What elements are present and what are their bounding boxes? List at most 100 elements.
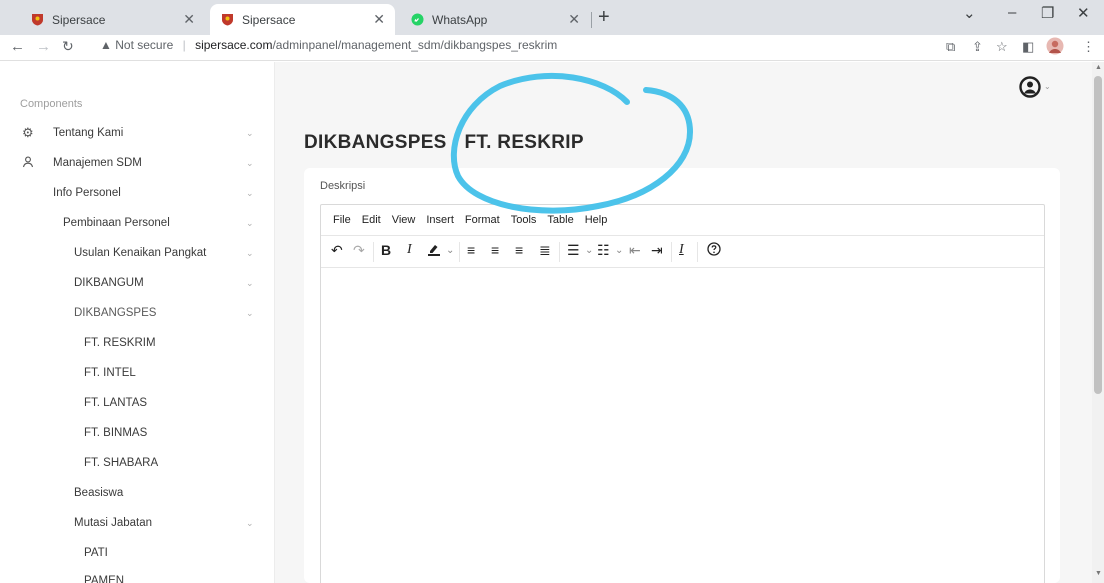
- sidebar-item-ft-reskrim[interactable]: FT. RESKRIM: [0, 328, 275, 358]
- forward-icon[interactable]: →: [36, 38, 51, 55]
- bookmark-star-icon[interactable]: ☆: [996, 39, 1008, 55]
- chevron-down-icon: ⌄: [246, 217, 254, 228]
- tab-separator: [591, 12, 592, 28]
- outdent-icon[interactable]: ⇤: [629, 242, 641, 259]
- tab-close-icon[interactable]: ✕: [568, 11, 580, 28]
- sidebar-item-ft-intel[interactable]: FT. INTEL: [0, 358, 275, 388]
- main-content: ⌄ DIKBANGSPES - FT. RESKRIP Deskripsi Fi…: [276, 62, 1092, 583]
- chevron-down-icon[interactable]: ⌄: [446, 245, 454, 256]
- security-label[interactable]: Not secure: [115, 38, 173, 52]
- menu-format[interactable]: Format: [465, 214, 500, 226]
- editor-content-area[interactable]: [321, 268, 1044, 583]
- sidebar-item-tentang-kami[interactable]: ⚙ Tentang Kami ⌄: [0, 118, 275, 148]
- sidebar-item-ft-shabara[interactable]: FT. SHABARA: [0, 448, 275, 478]
- chevron-down-icon[interactable]: ⌄: [615, 245, 623, 256]
- help-icon[interactable]: [707, 242, 721, 259]
- whatsapp-favicon-icon: [410, 13, 424, 27]
- sidebar-item-manajemen-sdm[interactable]: Manajemen SDM ⌄: [0, 148, 275, 178]
- sidebar-item-dikbangspes[interactable]: DIKBANGSPES ⌄: [0, 298, 275, 328]
- page-title: DIKBANGSPES - FT. RESKRIP: [304, 132, 584, 153]
- sidebar-item-label: Beasiswa: [74, 487, 124, 499]
- numbered-list-icon[interactable]: ☷: [597, 242, 610, 259]
- align-right-icon[interactable]: ≡: [515, 242, 523, 258]
- menu-file[interactable]: File: [333, 214, 351, 226]
- browser-tab[interactable]: WhatsApp ✕: [400, 4, 590, 35]
- indent-icon[interactable]: ⇥: [651, 242, 663, 259]
- sidebar-item-pamen[interactable]: PAMEN: [0, 566, 275, 583]
- clear-formatting-icon[interactable]: I: [679, 242, 684, 258]
- reload-icon[interactable]: ↻: [62, 38, 74, 55]
- tab-close-icon[interactable]: ✕: [373, 11, 385, 28]
- tab-close-icon[interactable]: ✕: [183, 11, 195, 28]
- menu-table[interactable]: Table: [547, 214, 573, 226]
- url-path: /adminpanel/management_sdm/dikbangspes_r…: [272, 38, 558, 52]
- align-justify-icon[interactable]: ≣: [539, 242, 551, 259]
- share-icon[interactable]: ⇪: [972, 39, 983, 55]
- highlight-color-icon[interactable]: [427, 242, 441, 259]
- chevron-down-icon: ⌄: [246, 247, 254, 258]
- bullet-list-icon[interactable]: ☰: [567, 242, 580, 259]
- toolbar-divider: [459, 242, 460, 262]
- sidebar-item-pembinaan-personel[interactable]: Pembinaan Personel ⌄: [0, 208, 275, 238]
- tab-search-chevron-icon[interactable]: ⌄: [963, 4, 976, 22]
- sidebar-item-label: PAMEN: [84, 575, 125, 583]
- bold-icon[interactable]: B: [381, 242, 391, 258]
- sidebar-item-ft-binmas[interactable]: FT. BINMAS: [0, 418, 275, 448]
- user-account-icon[interactable]: [1019, 76, 1041, 98]
- scroll-down-icon[interactable]: ▼: [1095, 570, 1102, 577]
- sidebar-heading: Components: [20, 98, 83, 110]
- undo-icon[interactable]: ↶: [331, 242, 343, 259]
- sidebar-item-pati[interactable]: PATI: [0, 538, 275, 568]
- menu-view[interactable]: View: [392, 214, 416, 226]
- sidebar-item-label: Info Personel: [53, 187, 121, 199]
- sidebar-item-label: DIKBANGUM: [74, 277, 144, 289]
- page: Components ⚙ Tentang Kami ⌄ Manajemen SD…: [0, 62, 1104, 583]
- menu-help[interactable]: Help: [585, 214, 608, 226]
- chevron-down-icon[interactable]: ⌄: [1044, 82, 1051, 91]
- restore-icon[interactable]: ❐: [1041, 4, 1054, 22]
- sidebar-item-label: Tentang Kami: [53, 127, 124, 139]
- toolbar-divider: [559, 242, 560, 262]
- menu-insert[interactable]: Insert: [426, 214, 454, 226]
- sidebar-item-label: PATI: [84, 547, 108, 559]
- sidebar-item-usulan-kenaikan-pangkat[interactable]: Usulan Kenaikan Pangkat ⌄: [0, 238, 275, 268]
- url-divider: |: [182, 38, 186, 52]
- form-card: Deskripsi File Edit View Insert Format T…: [304, 168, 1060, 583]
- close-window-icon[interactable]: ✕: [1077, 4, 1090, 22]
- chevron-down-icon: ⌄: [246, 307, 254, 318]
- translate-icon[interactable]: ⧉: [946, 39, 955, 55]
- vertical-scrollbar[interactable]: ▲ ▼: [1092, 62, 1104, 583]
- side-panel-icon[interactable]: ◧: [1022, 39, 1034, 55]
- sidebar-item-ft-lantas[interactable]: FT. LANTAS: [0, 388, 275, 418]
- warning-icon[interactable]: ▲: [100, 38, 112, 52]
- back-icon[interactable]: ←: [10, 38, 25, 55]
- align-center-icon[interactable]: ≡: [491, 242, 499, 258]
- sidebar-item-dikbangum[interactable]: DIKBANGUM ⌄: [0, 268, 275, 298]
- rich-text-editor: File Edit View Insert Format Tools Table…: [320, 204, 1045, 583]
- sidebar-item-mutasi-jabatan[interactable]: Mutasi Jabatan ⌄: [0, 508, 275, 538]
- italic-icon[interactable]: I: [407, 242, 412, 258]
- sidebar-item-label: Pembinaan Personel: [63, 217, 170, 229]
- browser-tab-active[interactable]: Sipersace ✕: [210, 4, 395, 35]
- scrollbar-thumb[interactable]: [1094, 76, 1102, 394]
- editor-toolbar: ↶ ↷ B I ⌄ ≡ ≡ ≡ ≣ ☰ ⌄ ☷ ⌄ ⇤ ⇥ I: [321, 236, 1044, 268]
- toolbar-divider: [671, 242, 672, 262]
- profile-avatar[interactable]: [1046, 37, 1064, 58]
- toolbar-divider: [373, 242, 374, 262]
- sidebar-item-beasiswa[interactable]: Beasiswa: [0, 478, 275, 508]
- menu-tools[interactable]: Tools: [511, 214, 537, 226]
- chevron-down-icon[interactable]: ⌄: [585, 245, 593, 256]
- menu-edit[interactable]: Edit: [362, 214, 381, 226]
- sidebar-item-info-personel[interactable]: Info Personel ⌄: [0, 178, 275, 208]
- browser-tab[interactable]: Sipersace ✕: [20, 4, 205, 35]
- scroll-up-icon[interactable]: ▲: [1095, 64, 1102, 71]
- url-field[interactable]: ▲ Not secure | sipersace.com/adminpanel/…: [100, 38, 557, 52]
- sidebar-item-label: FT. LANTAS: [84, 397, 148, 409]
- user-icon: [22, 156, 34, 171]
- minimize-icon[interactable]: –: [1008, 4, 1016, 21]
- new-tab-button[interactable]: +: [598, 6, 610, 29]
- redo-icon[interactable]: ↷: [353, 242, 365, 259]
- align-left-icon[interactable]: ≡: [467, 242, 475, 258]
- sipersace-favicon-icon: [30, 13, 44, 27]
- chrome-menu-icon[interactable]: ⋮: [1082, 39, 1095, 55]
